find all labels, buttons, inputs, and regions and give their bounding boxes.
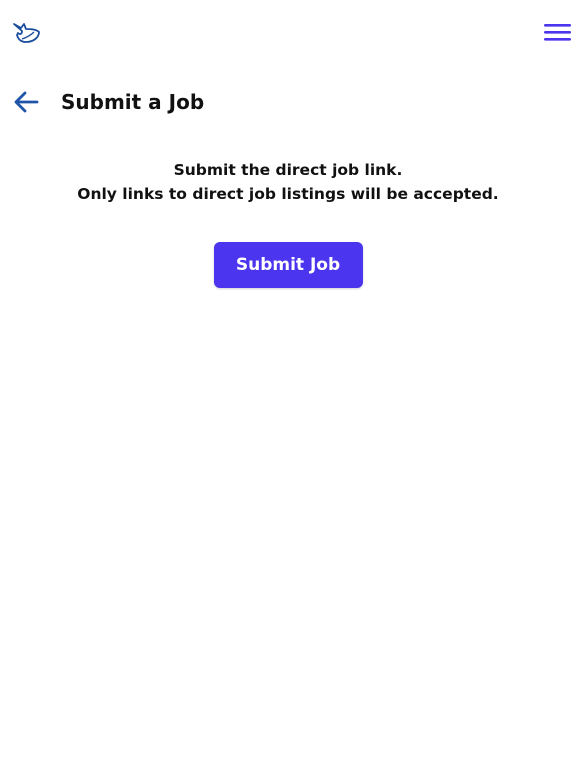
whale-logo-icon[interactable] — [12, 20, 42, 46]
arrow-left-icon[interactable] — [12, 88, 40, 116]
instruction-line-1: Submit the direct job link. — [173, 161, 403, 179]
page-header: Submit a Job — [0, 80, 576, 124]
hamburger-menu-icon[interactable] — [543, 20, 573, 46]
submit-job-button[interactable]: Submit Job — [213, 242, 363, 288]
submit-button-container: Submit Job — [0, 242, 576, 288]
instructions: Submit the direct job link. Only links t… — [0, 158, 576, 206]
instruction-line-2: Only links to direct job listings will b… — [77, 185, 499, 203]
page-title: Submit a Job — [61, 90, 205, 114]
top-bar — [0, 0, 576, 64]
